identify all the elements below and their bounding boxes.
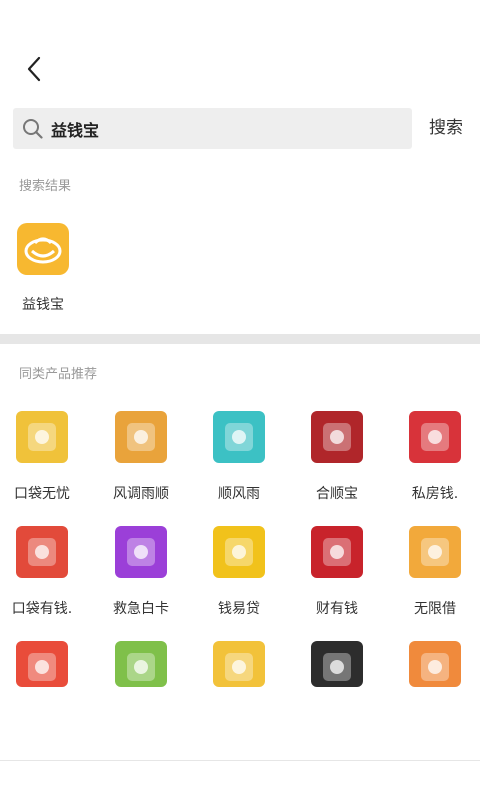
similar-section-label: 同类产品推荐 bbox=[19, 367, 98, 382]
similar-app-label[interactable]: 口袋有钱. bbox=[0, 598, 90, 618]
caiyouqian-icon[interactable] bbox=[311, 526, 363, 578]
search-button[interactable]: 搜索 bbox=[421, 108, 471, 149]
similar-app-label[interactable]: 口袋无忧 bbox=[0, 483, 90, 503]
similar-app-label[interactable]: 无限借 bbox=[387, 598, 480, 618]
yiqianbao-icon[interactable] bbox=[17, 223, 69, 275]
result-app-name[interactable]: 益钱宝 bbox=[0, 294, 86, 314]
search-input[interactable] bbox=[51, 108, 401, 149]
pattern-app-icon[interactable] bbox=[213, 641, 265, 687]
heshunbao-icon[interactable] bbox=[311, 411, 363, 463]
wallet-app-icon[interactable] bbox=[16, 641, 68, 687]
wuxianjie-icon[interactable] bbox=[409, 526, 461, 578]
jiuji-baika-icon[interactable] bbox=[115, 526, 167, 578]
chevron-left-icon bbox=[27, 56, 41, 82]
bottom-bar bbox=[0, 761, 480, 800]
top-bar bbox=[0, 0, 480, 104]
shunfengyu-icon[interactable] bbox=[213, 411, 265, 463]
back-button[interactable] bbox=[20, 54, 50, 84]
similar-app-label[interactable]: 私房钱. bbox=[387, 483, 480, 503]
similar-app-label[interactable]: 财有钱 bbox=[289, 598, 385, 618]
similar-app-label[interactable]: 钱易贷 bbox=[191, 598, 287, 618]
similar-app-label[interactable]: 顺风雨 bbox=[191, 483, 287, 503]
koudai-youqian-icon[interactable] bbox=[16, 526, 68, 578]
plant-app-icon[interactable] bbox=[115, 641, 167, 687]
qianyidai-icon[interactable] bbox=[213, 526, 265, 578]
sifangqian-icon[interactable] bbox=[409, 411, 461, 463]
similar-app-label[interactable]: 风调雨顺 bbox=[93, 483, 189, 503]
similar-app-label[interactable]: 救急白卡 bbox=[93, 598, 189, 618]
dark-app-icon[interactable] bbox=[311, 641, 363, 687]
search-box[interactable] bbox=[13, 108, 412, 149]
koudai-wuyou-icon[interactable] bbox=[16, 411, 68, 463]
search-icon bbox=[23, 119, 43, 139]
section-divider bbox=[0, 334, 480, 344]
search-row: 搜索 bbox=[13, 108, 467, 149]
similar-app-label[interactable]: 合顺宝 bbox=[289, 483, 385, 503]
fengtiao-yushun-icon[interactable] bbox=[115, 411, 167, 463]
orange-app-icon[interactable] bbox=[409, 641, 461, 687]
results-section-label: 搜索结果 bbox=[19, 179, 72, 194]
